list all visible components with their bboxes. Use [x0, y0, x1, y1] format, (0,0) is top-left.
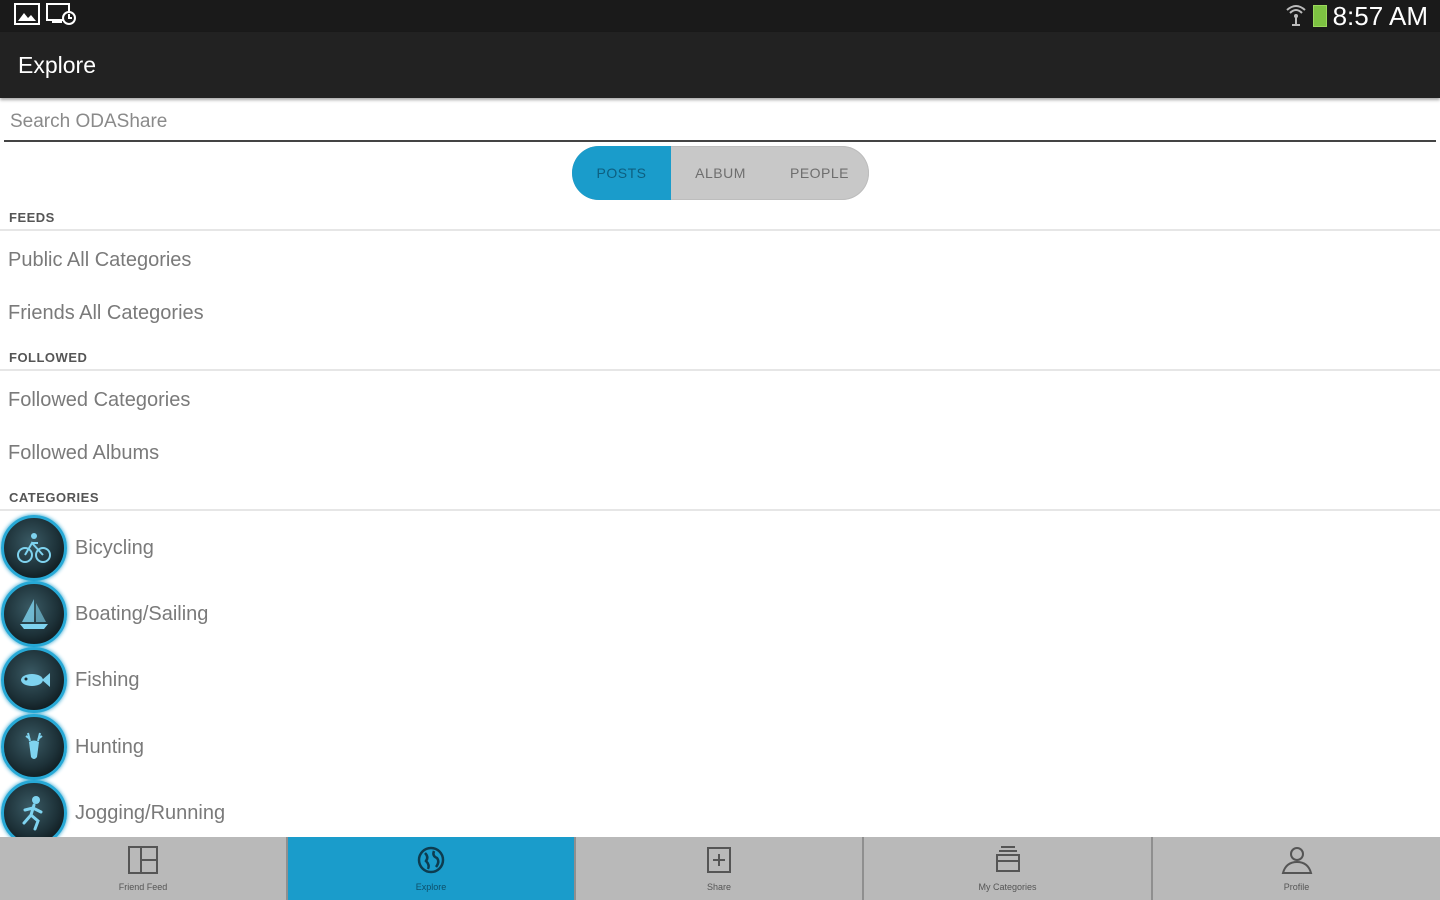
- person-icon: [1280, 845, 1314, 880]
- status-bar: 8:57 AM: [0, 0, 1440, 32]
- nav-explore[interactable]: Explore: [288, 837, 576, 900]
- nav-friend-feed[interactable]: Friend Feed: [0, 837, 288, 900]
- fish-icon: [1, 647, 67, 713]
- nav-label: Profile: [1283, 882, 1310, 892]
- bottom-nav: Friend Feed Explore Share My Categories …: [0, 837, 1440, 900]
- section-header-feeds: FEEDS: [0, 205, 1440, 231]
- section-header-followed: FOLLOWED: [0, 345, 1440, 371]
- nav-label: Friend Feed: [118, 882, 168, 892]
- globe-icon: [416, 845, 446, 880]
- category-item-hunting[interactable]: Hunting: [0, 714, 1440, 780]
- status-time: 8:57 AM: [1332, 1, 1428, 31]
- category-label: Fishing: [75, 668, 140, 691]
- list-item-followed-albums[interactable]: Followed Albums: [0, 427, 1440, 479]
- tab-posts[interactable]: POSTS: [572, 146, 671, 200]
- list-item-friends-all-categories[interactable]: Friends All Categories: [0, 287, 1440, 339]
- category-label: Bicycling: [75, 536, 154, 559]
- category-item-fishing[interactable]: Fishing: [0, 647, 1440, 713]
- list-item-public-all-categories[interactable]: Public All Categories: [0, 234, 1440, 286]
- category-item-bicycling[interactable]: Bicycling: [0, 515, 1440, 581]
- stack-icon: [993, 845, 1023, 880]
- status-right-icons: 8:57 AM: [1285, 0, 1428, 32]
- grid-layout-icon: [127, 845, 159, 880]
- nav-profile[interactable]: Profile: [1153, 837, 1440, 900]
- nav-label: Share: [706, 882, 732, 892]
- bicycle-icon: [1, 515, 67, 581]
- battery-icon: [1312, 5, 1327, 27]
- wifi-icon: [1285, 2, 1307, 31]
- search-bar: [4, 104, 1436, 142]
- gallery-icon: [14, 2, 40, 30]
- category-item-boating-sailing[interactable]: Boating/Sailing: [0, 581, 1440, 647]
- status-left-icons: [14, 2, 76, 31]
- category-label: Hunting: [75, 735, 144, 758]
- list-item-followed-categories[interactable]: Followed Categories: [0, 374, 1440, 426]
- deer-icon: [1, 714, 67, 780]
- category-label: Boating/Sailing: [75, 602, 209, 625]
- search-input[interactable]: [4, 109, 1436, 135]
- boat-icon: [1, 581, 67, 647]
- action-bar: Explore: [0, 32, 1440, 98]
- nav-my-categories[interactable]: My Categories: [864, 837, 1153, 900]
- nav-label: My Categories: [978, 882, 1037, 892]
- category-label: Jogging/Running: [75, 801, 226, 824]
- nav-share[interactable]: Share: [576, 837, 864, 900]
- screen-rotation-icon: [46, 2, 76, 31]
- section-header-categories: CATEGORIES: [0, 485, 1440, 511]
- nav-label: Explore: [415, 882, 447, 892]
- tab-album[interactable]: ALBUM: [671, 146, 770, 200]
- explore-type-tabs: POSTS ALBUM PEOPLE: [572, 146, 869, 200]
- tab-people[interactable]: PEOPLE: [770, 146, 869, 200]
- page-title: Explore: [18, 51, 96, 78]
- add-post-icon: [704, 845, 734, 880]
